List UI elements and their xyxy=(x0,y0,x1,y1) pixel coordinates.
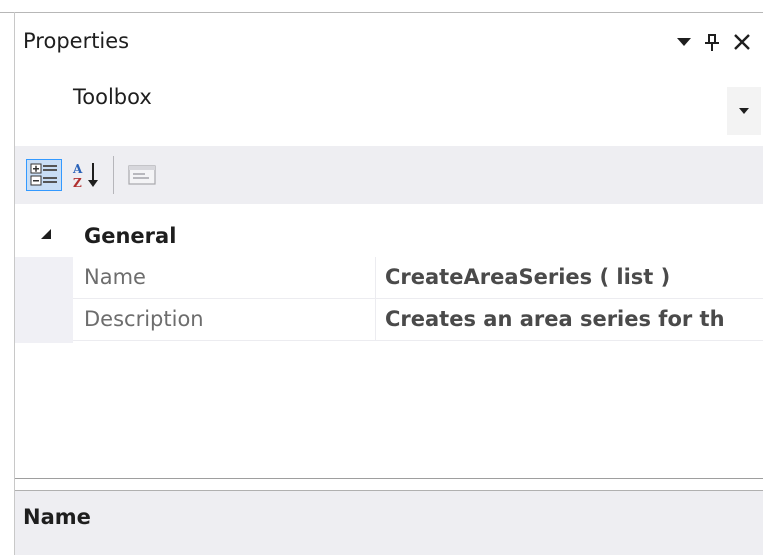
toolbar-separator xyxy=(113,156,114,194)
grid-gutter xyxy=(15,257,73,343)
chevron-down-icon[interactable] xyxy=(727,87,761,135)
column-splitter[interactable] xyxy=(375,299,376,341)
properties-panel: Properties Toolbox A Z General Name Crea… xyxy=(15,13,763,555)
column-splitter[interactable] xyxy=(375,257,376,299)
collapse-triangle-icon[interactable] xyxy=(39,226,59,246)
window-position-dropdown-icon[interactable] xyxy=(670,27,698,57)
pin-icon[interactable] xyxy=(699,27,725,57)
property-pages-icon[interactable] xyxy=(123,157,161,193)
description-title: Name xyxy=(23,505,91,529)
categorized-view-icon[interactable] xyxy=(26,159,62,191)
window-top-edge xyxy=(0,0,763,13)
object-selector[interactable]: Toolbox xyxy=(73,85,152,109)
description-splitter[interactable] xyxy=(15,479,763,491)
alphabetical-sort-icon[interactable]: A Z xyxy=(68,157,106,193)
panel-title-bar: Properties xyxy=(15,13,763,75)
property-row-name[interactable]: Name CreateAreaSeries ( list ) xyxy=(73,257,763,299)
property-value[interactable]: Creates an area series for th xyxy=(385,307,763,331)
property-name: Name xyxy=(84,265,146,289)
property-name: Description xyxy=(84,307,204,331)
close-icon[interactable] xyxy=(727,27,757,57)
category-row-general[interactable]: General xyxy=(15,221,763,257)
property-grid: General Name CreateAreaSeries ( list ) D… xyxy=(15,205,763,479)
description-pane: Name xyxy=(15,491,763,555)
svg-text:A: A xyxy=(72,162,83,176)
category-label: General xyxy=(84,224,177,248)
svg-text:Z: Z xyxy=(73,176,82,190)
panel-title: Properties xyxy=(23,29,130,53)
property-row-description[interactable]: Description Creates an area series for t… xyxy=(73,299,763,341)
property-value[interactable]: CreateAreaSeries ( list ) xyxy=(385,265,763,289)
properties-toolbar: A Z xyxy=(15,146,763,204)
